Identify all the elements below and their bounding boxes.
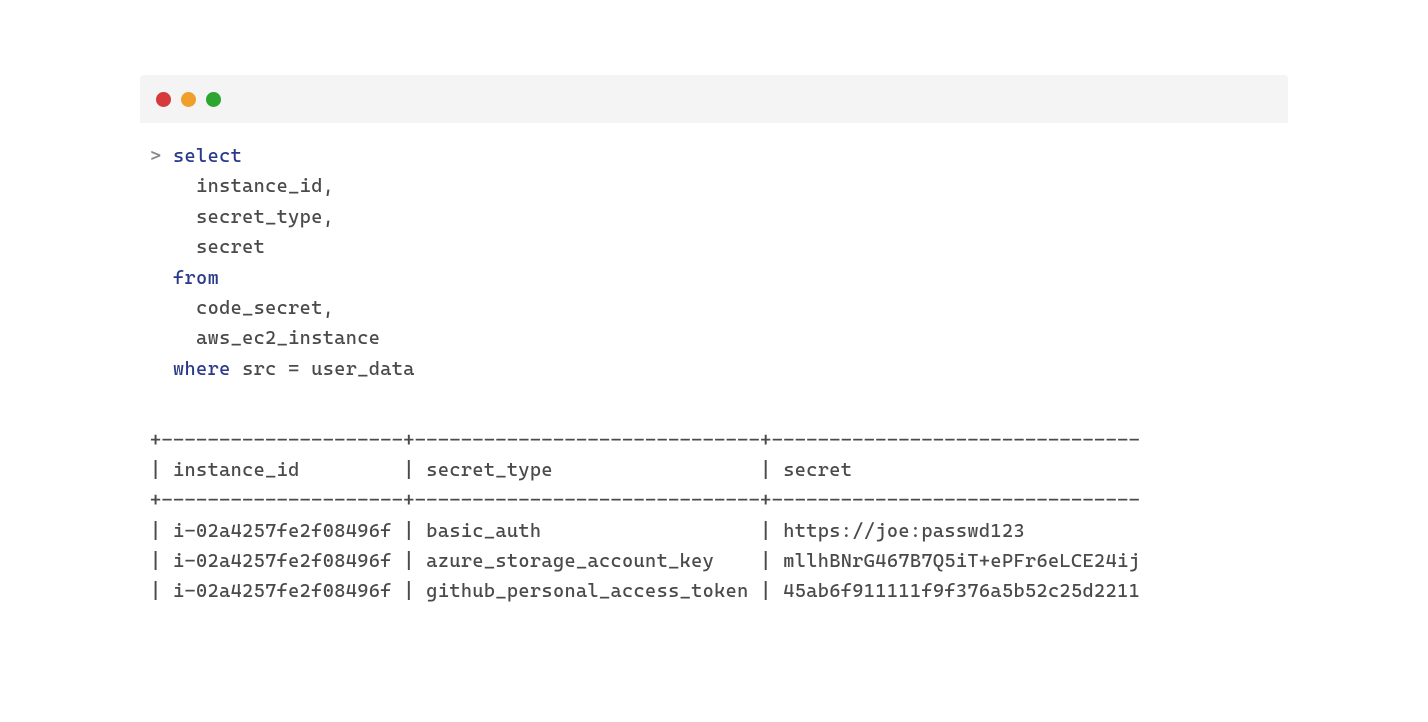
select-col-secret: secret	[196, 236, 265, 258]
close-icon[interactable]	[156, 92, 171, 107]
table-row: | i-02a4257fe2f08496f | basic_auth | htt…	[150, 520, 1025, 542]
table-row: | i-02a4257fe2f08496f | github_personal_…	[150, 580, 1140, 602]
minimize-icon[interactable]	[181, 92, 196, 107]
select-col-instance-id: instance_id,	[196, 175, 334, 197]
table-header-row: | instance_id | secret_type | secret	[150, 459, 852, 481]
sql-query-block: > select instance_id, secret_type, secre…	[140, 123, 1288, 384]
where-expression: src = user_data	[242, 358, 415, 380]
table-row: | i-02a4257fe2f08496f | azure_storage_ac…	[150, 550, 1140, 572]
traffic-lights	[156, 92, 221, 107]
window-titlebar	[140, 75, 1288, 123]
prompt-symbol: >	[150, 145, 162, 167]
table-border-top: +---------------------+-----------------…	[150, 429, 1140, 451]
from-table-aws-ec2-instance: aws_ec2_instance	[196, 327, 380, 349]
keyword-from: from	[173, 267, 219, 289]
keyword-select: select	[173, 145, 242, 167]
result-table: +---------------------+-----------------…	[140, 384, 1288, 607]
from-table-code-secret: code_secret,	[196, 297, 334, 319]
terminal-window: > select instance_id, secret_type, secre…	[0, 0, 1428, 667]
table-border-mid: +---------------------+-----------------…	[150, 489, 1140, 511]
select-col-secret-type: secret_type,	[196, 206, 334, 228]
maximize-icon[interactable]	[206, 92, 221, 107]
keyword-where: where	[173, 358, 231, 380]
